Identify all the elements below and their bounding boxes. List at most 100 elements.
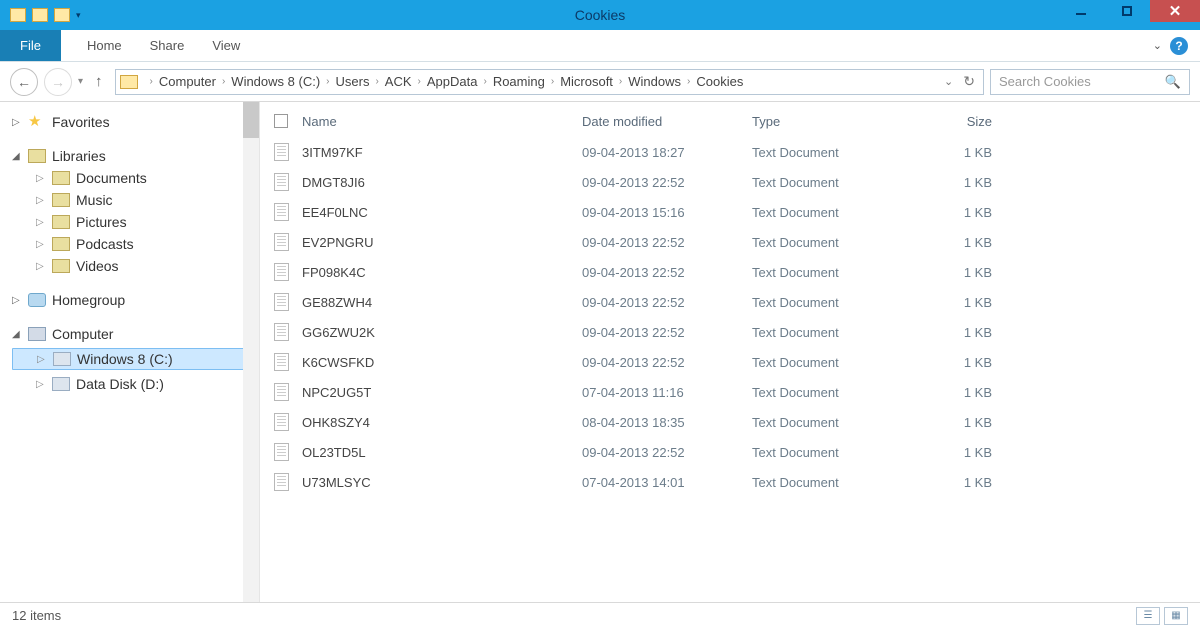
chevron-right-icon: › bbox=[477, 76, 492, 87]
file-icon bbox=[274, 203, 302, 221]
tab-home[interactable]: Home bbox=[73, 30, 136, 61]
chevron-down-icon[interactable]: ▾ bbox=[78, 76, 83, 87]
tree-computer[interactable]: ◢ Computer bbox=[12, 326, 253, 342]
table-row[interactable]: NPC2UG5T07-04-2013 11:16Text Document1 K… bbox=[260, 377, 1200, 407]
table-row[interactable]: EE4F0LNC09-04-2013 15:16Text Document1 K… bbox=[260, 197, 1200, 227]
tree-homegroup[interactable]: ▷ Homegroup bbox=[12, 292, 253, 308]
file-date: 09-04-2013 22:52 bbox=[582, 175, 752, 190]
breadcrumb[interactable]: AppData bbox=[427, 74, 478, 89]
table-row[interactable]: OL23TD5L09-04-2013 22:52Text Document1 K… bbox=[260, 437, 1200, 467]
drive-icon bbox=[53, 352, 71, 366]
folder-icon bbox=[10, 8, 26, 22]
chevron-down-icon[interactable]: ⌄ bbox=[1153, 39, 1162, 52]
breadcrumb[interactable]: Users bbox=[336, 74, 370, 89]
refresh-icon[interactable]: ↻ bbox=[963, 73, 975, 90]
library-icon bbox=[52, 171, 70, 185]
tree-label: Documents bbox=[76, 170, 147, 186]
file-type: Text Document bbox=[752, 175, 912, 190]
table-row[interactable]: GG6ZWU2K09-04-2013 22:52Text Document1 K… bbox=[260, 317, 1200, 347]
forward-button[interactable]: → bbox=[44, 68, 72, 96]
search-icon: 🔍 bbox=[1165, 74, 1181, 90]
tree-label: Podcasts bbox=[76, 236, 134, 252]
tree-item-podcasts[interactable]: ▷ Podcasts bbox=[12, 236, 253, 252]
expand-icon[interactable]: ▷ bbox=[36, 239, 46, 250]
view-details-button[interactable]: ☰ bbox=[1136, 607, 1160, 625]
expand-icon[interactable]: ▷ bbox=[36, 173, 46, 184]
chevron-right-icon: › bbox=[369, 76, 384, 87]
table-row[interactable]: 3ITM97KF09-04-2013 18:27Text Document1 K… bbox=[260, 137, 1200, 167]
tab-share[interactable]: Share bbox=[136, 30, 199, 61]
chevron-down-icon[interactable]: ⌄ bbox=[944, 75, 953, 88]
expand-icon[interactable]: ▷ bbox=[36, 195, 46, 206]
tab-view[interactable]: View bbox=[198, 30, 254, 61]
table-row[interactable]: K6CWSFKD09-04-2013 22:52Text Document1 K… bbox=[260, 347, 1200, 377]
back-button[interactable]: ← bbox=[10, 68, 38, 96]
folder-icon bbox=[120, 75, 138, 89]
file-icon bbox=[274, 263, 302, 281]
maximize-button[interactable] bbox=[1104, 0, 1150, 22]
table-row[interactable]: OHK8SZY408-04-2013 18:35Text Document1 K… bbox=[260, 407, 1200, 437]
address-bar[interactable]: › Computer › Windows 8 (C:) › Users › AC… bbox=[115, 69, 984, 95]
breadcrumb[interactable]: Windows bbox=[628, 74, 681, 89]
file-name: EV2PNGRU bbox=[302, 235, 582, 250]
table-row[interactable]: U73MLSYC07-04-2013 14:01Text Document1 K… bbox=[260, 467, 1200, 497]
search-input[interactable]: Search Cookies 🔍 bbox=[990, 69, 1190, 95]
breadcrumb[interactable]: Windows 8 (C:) bbox=[231, 74, 320, 89]
file-date: 08-04-2013 18:35 bbox=[582, 415, 752, 430]
file-size: 1 KB bbox=[912, 385, 1012, 400]
file-date: 09-04-2013 22:52 bbox=[582, 355, 752, 370]
view-icons-button[interactable]: ▦ bbox=[1164, 607, 1188, 625]
breadcrumb[interactable]: Roaming bbox=[493, 74, 545, 89]
scrollbar[interactable] bbox=[243, 102, 259, 602]
tree-item-drive-d[interactable]: ▷Data Disk (D:) bbox=[12, 376, 253, 392]
chevron-down-icon[interactable]: ▾ bbox=[76, 10, 81, 21]
file-icon bbox=[274, 443, 302, 461]
file-name: OL23TD5L bbox=[302, 445, 582, 460]
file-tab[interactable]: File bbox=[0, 30, 61, 61]
close-button[interactable]: ✕ bbox=[1150, 0, 1200, 22]
tree-favorites[interactable]: ▷ ★ Favorites bbox=[12, 114, 253, 130]
search-placeholder: Search Cookies bbox=[999, 74, 1091, 89]
table-row[interactable]: FP098K4C09-04-2013 22:52Text Document1 K… bbox=[260, 257, 1200, 287]
select-all-checkbox[interactable] bbox=[274, 114, 302, 129]
file-type: Text Document bbox=[752, 145, 912, 160]
tree-item-videos[interactable]: ▷Videos bbox=[12, 258, 253, 274]
file-icon bbox=[274, 383, 302, 401]
file-type: Text Document bbox=[752, 205, 912, 220]
tree-item-pictures[interactable]: ▷Pictures bbox=[12, 214, 253, 230]
star-icon: ★ bbox=[28, 115, 46, 129]
expand-icon[interactable]: ▷ bbox=[37, 354, 47, 365]
col-size[interactable]: Size bbox=[912, 114, 1012, 129]
file-icon bbox=[274, 473, 302, 491]
help-icon[interactable]: ? bbox=[1170, 37, 1188, 55]
file-date: 09-04-2013 22:52 bbox=[582, 235, 752, 250]
tree-item-drive-c[interactable]: ▷Windows 8 (C:) bbox=[12, 348, 253, 370]
expand-icon[interactable]: ▷ bbox=[36, 217, 46, 228]
expand-icon[interactable]: ▷ bbox=[12, 295, 22, 306]
tree-item-music[interactable]: ▷Music bbox=[12, 192, 253, 208]
breadcrumb[interactable]: ACK bbox=[385, 74, 412, 89]
table-row[interactable]: DMGT8JI609-04-2013 22:52Text Document1 K… bbox=[260, 167, 1200, 197]
col-date[interactable]: Date modified bbox=[582, 114, 752, 129]
expand-icon[interactable]: ▷ bbox=[36, 379, 46, 390]
tree-item-documents[interactable]: ▷ Documents bbox=[12, 170, 253, 186]
collapse-icon[interactable]: ◢ bbox=[12, 151, 22, 162]
col-type[interactable]: Type bbox=[752, 114, 912, 129]
scroll-thumb[interactable] bbox=[243, 102, 259, 138]
breadcrumb[interactable]: Microsoft bbox=[560, 74, 613, 89]
file-list: Name Date modified Type Size 3ITM97KF09-… bbox=[260, 102, 1200, 602]
breadcrumb[interactable]: Computer bbox=[159, 74, 216, 89]
up-button[interactable]: ↑ bbox=[89, 73, 109, 90]
col-name[interactable]: Name bbox=[302, 114, 582, 129]
minimize-button[interactable] bbox=[1058, 0, 1104, 22]
expand-icon[interactable]: ▷ bbox=[36, 261, 46, 272]
file-name: U73MLSYC bbox=[302, 475, 582, 490]
table-row[interactable]: EV2PNGRU09-04-2013 22:52Text Document1 K… bbox=[260, 227, 1200, 257]
folder-icon bbox=[32, 8, 48, 22]
file-size: 1 KB bbox=[912, 205, 1012, 220]
tree-libraries[interactable]: ◢ Libraries bbox=[12, 148, 253, 164]
table-row[interactable]: GE88ZWH409-04-2013 22:52Text Document1 K… bbox=[260, 287, 1200, 317]
collapse-icon[interactable]: ◢ bbox=[12, 329, 22, 340]
breadcrumb[interactable]: Cookies bbox=[696, 74, 743, 89]
expand-icon[interactable]: ▷ bbox=[12, 117, 22, 128]
